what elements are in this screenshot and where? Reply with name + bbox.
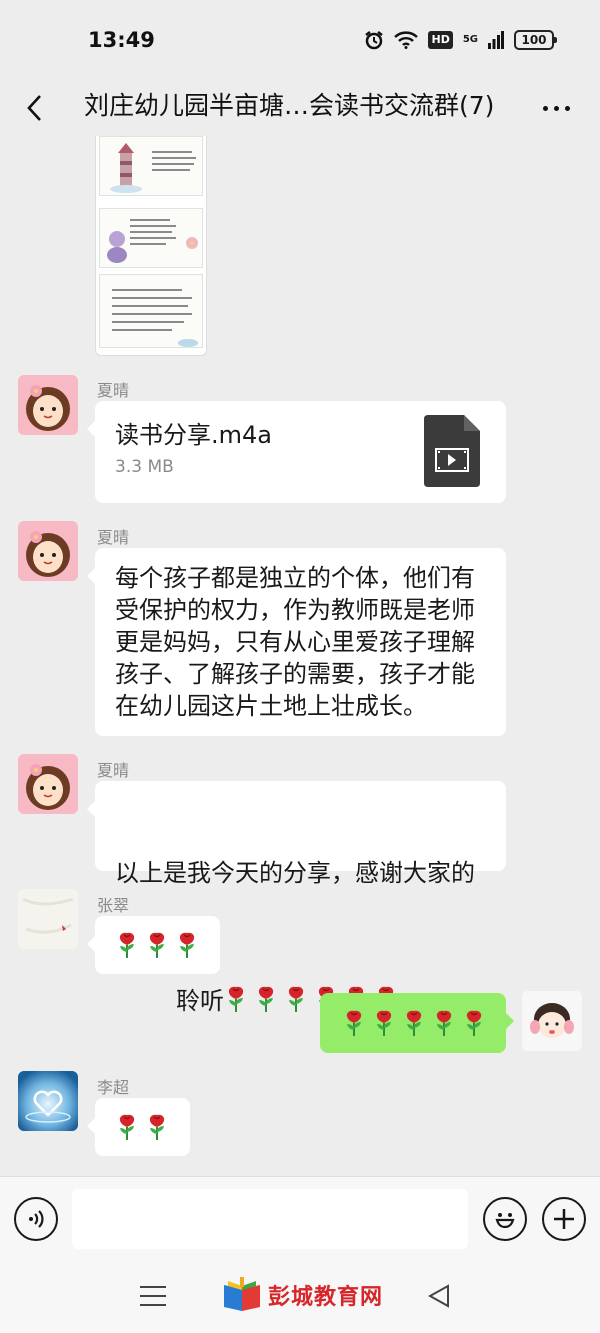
status-time: 13:49 (88, 28, 155, 52)
chat-messages[interactable]: 夏晴 读书分享.m4a 3.3 MB 夏晴 每个孩子都是独立的个体，他们有 受保… (0, 136, 600, 1176)
file-name: 读书分享.m4a (115, 421, 272, 449)
rose-emoji-icon (284, 985, 308, 1013)
rose-emoji-icon (145, 931, 169, 959)
book-logo-icon (224, 1277, 260, 1311)
message-text: 每个孩子都是独立的个体，他们有 受保护的权力，作为教师既是老师 更是妈妈，只有从… (115, 564, 475, 720)
message-line: 以上是我今天的分享，感谢大家的 (115, 859, 475, 887)
network-label: 5G (463, 35, 478, 45)
emoji-message-bubble[interactable] (87, 1098, 190, 1156)
message-word: 聆听 (176, 987, 225, 1015)
sender-name: 夏晴 (97, 528, 130, 547)
file-size: 3.3 MB (115, 457, 174, 477)
menu-key-button[interactable] (140, 1286, 166, 1313)
flower-illustration-icon (186, 237, 198, 249)
rose-emoji-icon (432, 1009, 456, 1037)
cartoon-girl-avatar-icon (18, 521, 78, 581)
text-message-bubble[interactable]: 每个孩子都是独立的个体，他们有 受保护的权力，作为教师既是老师 更是妈妈，只有从… (87, 548, 506, 736)
rose-emoji-icon (224, 985, 248, 1013)
plus-icon (554, 1209, 574, 1229)
rose-emoji-icon (402, 1009, 426, 1037)
cartoon-girl-avatar-icon (18, 375, 78, 435)
doc-page (99, 274, 203, 348)
avatar-xiaqing[interactable] (18, 521, 78, 581)
message-input-bar (0, 1176, 600, 1260)
chevron-left-icon (27, 95, 41, 121)
more-button[interactable] (534, 88, 578, 128)
bear-illustration-icon (107, 231, 127, 263)
rose-emoji-icon (372, 1009, 396, 1037)
video-file-icon (424, 415, 480, 487)
chat-header: 刘庄幼儿园半亩塘…会读书交流群(7) (0, 80, 600, 136)
doc-page (99, 208, 203, 268)
voice-icon (29, 1210, 44, 1228)
alarm-icon (365, 31, 384, 50)
more-dot (564, 105, 570, 111)
battery-level: 100 (521, 33, 547, 47)
paper-texture-avatar-icon (18, 889, 78, 949)
status-bar: 13:49 HD 5G 100 (0, 0, 600, 80)
file-message-bubble[interactable]: 读书分享.m4a 3.3 MB (87, 401, 506, 503)
avatar-xiaqing[interactable] (18, 375, 78, 435)
watermark-text: 彭城教育网 (268, 1285, 384, 1310)
cartoon-child-avatar-icon (522, 991, 582, 1051)
doc-page (99, 136, 203, 196)
own-emoji-message-bubble[interactable] (320, 993, 514, 1053)
avatar-lichao[interactable] (18, 1071, 78, 1131)
more-functions-button[interactable] (542, 1197, 586, 1241)
water-heart-avatar-icon (18, 1071, 78, 1131)
network-text: 5G (462, 34, 478, 45)
more-dot (553, 105, 559, 111)
menu-line (140, 1295, 166, 1297)
cartoon-girl-avatar-icon (18, 754, 78, 814)
triangle-back-icon (427, 1284, 449, 1308)
lighthouse-illustration-icon (110, 143, 142, 193)
sender-name: 夏晴 (97, 381, 130, 400)
back-key-button[interactable] (427, 1284, 450, 1312)
back-button[interactable] (14, 88, 54, 128)
document-image-preview[interactable] (95, 136, 207, 356)
system-navigation-bar: 彭城教育网 (0, 1260, 600, 1333)
rose-emoji-icon (115, 1113, 139, 1141)
avatar-zhangcui[interactable] (18, 889, 78, 949)
rose-emoji-icon (115, 931, 139, 959)
signal-icon (488, 31, 504, 49)
sender-name: 夏晴 (97, 761, 130, 780)
rose-emoji-group (320, 993, 506, 1053)
rose-emoji-icon (462, 1009, 486, 1037)
cloud-illustration-icon (178, 339, 198, 347)
message-input[interactable] (72, 1189, 468, 1249)
sender-name: 李超 (97, 1078, 130, 1097)
hd-badge: HD (428, 31, 453, 49)
wifi-icon (394, 31, 419, 49)
watermark: 彭城教育网 (222, 1277, 383, 1313)
rose-emoji-icon (254, 985, 278, 1013)
menu-line (140, 1286, 166, 1288)
avatar-xiaqing[interactable] (18, 754, 78, 814)
more-dot (542, 105, 548, 111)
avatar-self[interactable] (522, 991, 582, 1051)
text-message-bubble[interactable]: 以上是我今天的分享，感谢大家的 聆听 (87, 781, 506, 1015)
emoji-message-bubble[interactable] (87, 916, 220, 974)
emoji-face-icon (495, 1213, 515, 1229)
voice-input-button[interactable] (14, 1197, 58, 1241)
chat-title: 刘庄幼儿园半亩塘…会读书交流群(7) (84, 91, 495, 120)
sender-name: 张翠 (97, 896, 130, 915)
rose-emoji-group (95, 916, 220, 974)
rose-emoji-icon (145, 1113, 169, 1141)
menu-line (140, 1304, 166, 1306)
rose-emoji-group (95, 1098, 190, 1156)
status-icons: HD 5G 100 (364, 28, 557, 52)
emoji-button[interactable] (483, 1197, 527, 1241)
rose-emoji-icon (342, 1009, 366, 1037)
battery-indicator: 100 (514, 30, 557, 50)
rose-emoji-icon (175, 931, 199, 959)
